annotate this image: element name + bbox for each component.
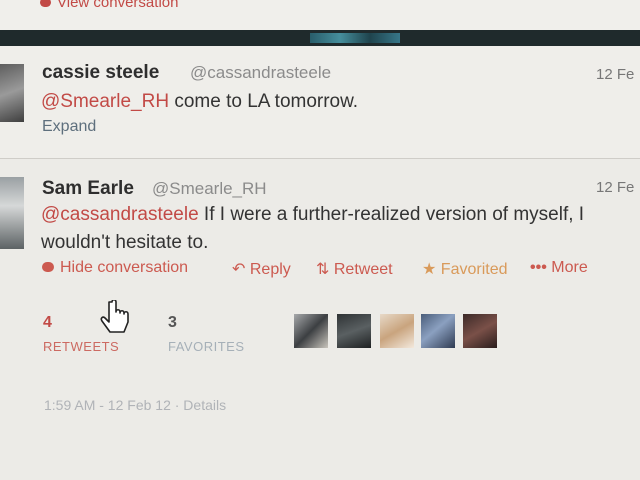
more-button[interactable]: ••• More — [530, 259, 588, 277]
hide-conversation-button[interactable]: Hide conversation — [42, 259, 188, 277]
view-conversation-label: View conversation — [57, 0, 179, 11]
favorited-label: Favorited — [440, 261, 508, 278]
chat-bubble-icon — [42, 262, 54, 272]
avatar[interactable] — [0, 64, 24, 122]
reply-button[interactable]: ↶ Reply — [232, 259, 291, 279]
view-conversation-link[interactable]: View conversation — [40, 0, 178, 11]
author-name[interactable]: cassie steele — [42, 62, 159, 84]
previous-tweet-strip: View conversation — [0, 0, 640, 30]
author-name[interactable]: Sam Earle — [42, 178, 134, 200]
reply-arrow-icon: ↶ — [232, 261, 246, 278]
favorites-label[interactable]: FAVORITES — [168, 339, 245, 354]
retweets-label[interactable]: RETWEETS — [43, 339, 119, 354]
tweet-text: @Smearle_RH come to LA tomorrow. — [41, 91, 358, 113]
favorites-count[interactable]: 3 — [168, 314, 177, 332]
more-label: More — [551, 259, 588, 276]
header-band — [0, 30, 640, 46]
retweet-label: Retweet — [333, 261, 393, 278]
mention-link[interactable]: @cassandrasteele — [41, 204, 199, 225]
favoriter-avatar[interactable] — [380, 314, 414, 348]
author-handle[interactable]: @Smearle_RH — [152, 179, 267, 199]
tweet-timestamp-details[interactable]: 1:59 AM - 12 Feb 12 · Details — [44, 397, 226, 413]
tweet-cassie[interactable]: cassie steele @cassandrasteele 12 Fe @Sm… — [0, 46, 640, 159]
favoriter-avatar[interactable] — [421, 314, 455, 348]
expand-link[interactable]: Expand — [42, 118, 96, 136]
favoriter-avatar[interactable] — [294, 314, 328, 348]
retweet-icon: ⇅ — [316, 261, 330, 278]
more-dots-icon: ••• — [530, 259, 547, 276]
tweet-actions: Hide conversation ↶ Reply ⇅ Retweet ★ Fa… — [0, 259, 640, 281]
mention-link[interactable]: @Smearle_RH — [41, 91, 169, 112]
retweets-count[interactable]: 4 — [43, 314, 52, 332]
header-decoration — [310, 33, 400, 43]
tweet-body: come to LA tomorrow. — [169, 91, 359, 112]
chat-bubble-icon — [40, 0, 51, 7]
tweet-body-line-1: If I were a further-realized version of … — [198, 204, 585, 225]
tweet-date[interactable]: 12 Fe — [596, 179, 634, 196]
favoriter-avatar[interactable] — [337, 314, 371, 348]
tweet-text-line-2: wouldn't hesitate to. — [41, 232, 209, 253]
favoriter-avatar[interactable] — [463, 314, 497, 348]
hide-conversation-label: Hide conversation — [60, 259, 189, 276]
hand-cursor-icon — [100, 300, 129, 333]
tweet-text-line-1: @cassandrasteele If I were a further-rea… — [41, 204, 584, 226]
avatar[interactable] — [0, 177, 24, 249]
star-icon: ★ — [422, 261, 437, 278]
favorited-button[interactable]: ★ Favorited — [422, 259, 508, 279]
author-handle[interactable]: @cassandrasteele — [190, 63, 331, 83]
tweet-date[interactable]: 12 Fe — [596, 66, 634, 83]
reply-label: Reply — [249, 261, 291, 278]
retweet-button[interactable]: ⇅ Retweet — [316, 259, 393, 279]
